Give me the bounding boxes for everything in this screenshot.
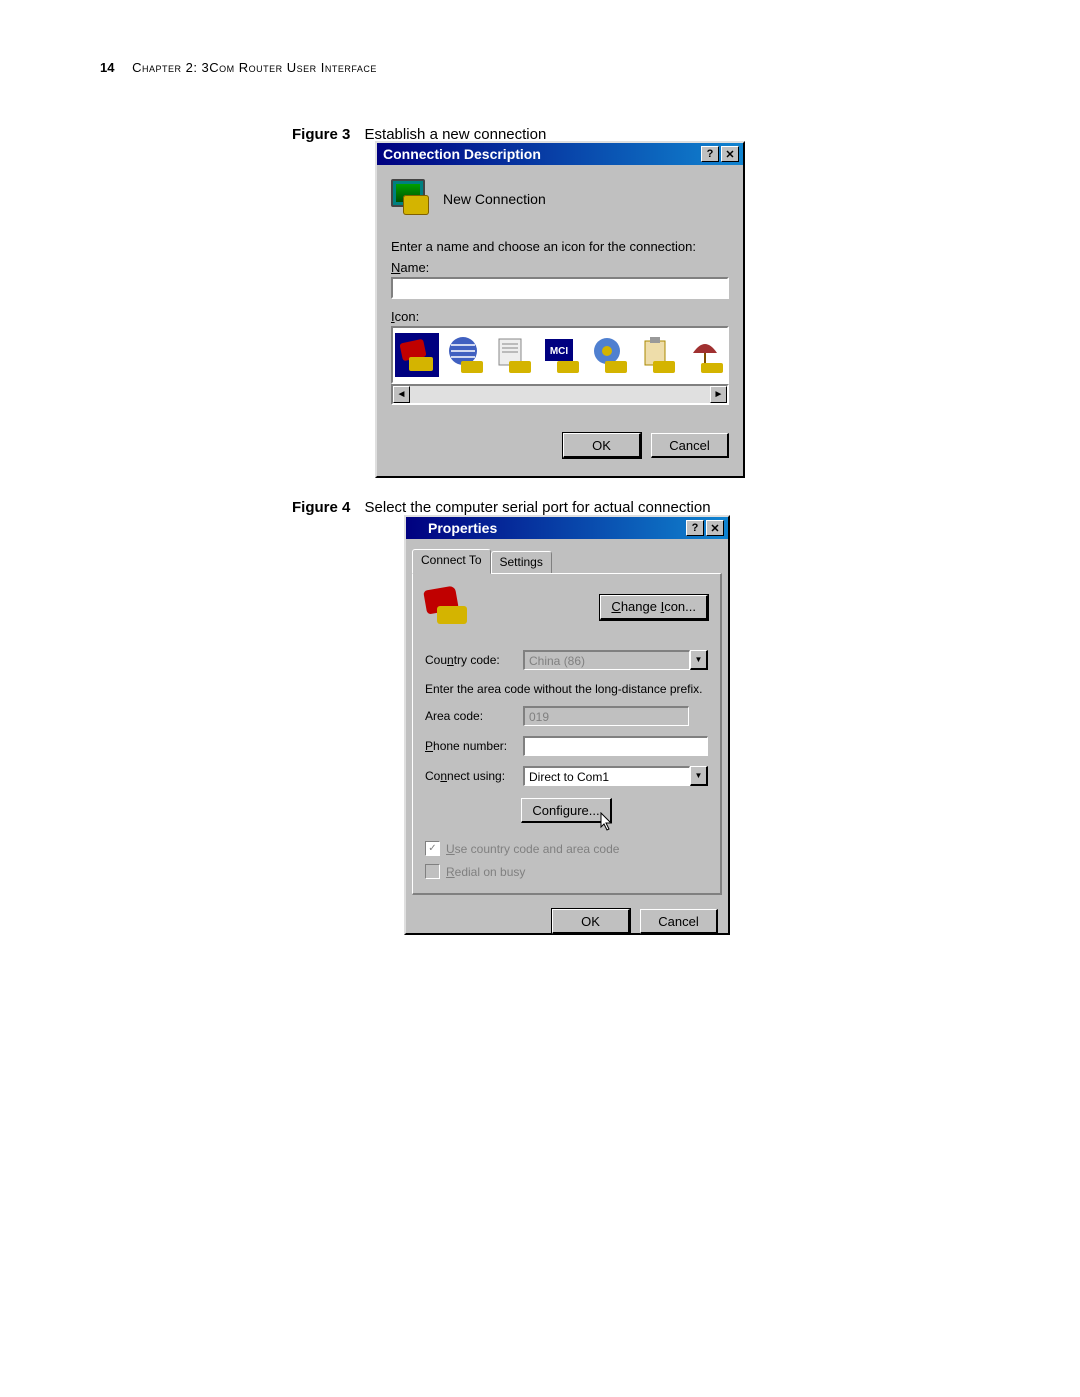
connection-icon	[425, 588, 469, 626]
title-bar-2[interactable]: Properties ? ✕	[406, 517, 728, 539]
area-code-label: Area code:	[425, 709, 517, 723]
country-label: Country code:	[425, 653, 517, 667]
icon-option-dial[interactable]	[587, 333, 631, 377]
dialog-title-2: Properties	[428, 520, 497, 536]
tab-settings[interactable]: Settings	[491, 551, 552, 573]
chapter-title: Chapter 2: 3Com Router User Interface	[132, 60, 377, 75]
dialog-body: New Connection Enter a name and choose a…	[377, 165, 743, 468]
close-button[interactable]: ✕	[721, 146, 739, 162]
figure4-text: Select the computer serial port for actu…	[365, 499, 711, 516]
tabs: Connect To Settings	[412, 549, 722, 573]
icon-option-mci[interactable]: MCI	[539, 333, 583, 377]
page-number: 14	[100, 60, 114, 75]
use-country-label: Use country code and area code	[446, 842, 619, 856]
cancel-button-2[interactable]: Cancel	[640, 909, 718, 934]
scroll-right-icon[interactable]: ►	[710, 386, 727, 403]
tab-panel: Change Icon... Country code: ▼ Enter the…	[412, 573, 722, 895]
figure3-label: Figure 3	[292, 126, 350, 143]
svg-text:MCI: MCI	[550, 346, 569, 357]
dialog-title: Connection Description	[383, 146, 541, 162]
instruction-text: Enter a name and choose an icon for the …	[391, 239, 729, 254]
phone-label: Phone number:	[425, 739, 517, 753]
country-select	[523, 650, 690, 670]
area-code-input	[523, 706, 689, 726]
icon-option-phone-red[interactable]	[395, 333, 439, 377]
figure4-label: Figure 4	[292, 499, 350, 516]
figure4-caption: Figure 4 Select the computer serial port…	[292, 499, 711, 516]
tab-connect-to[interactable]: Connect To	[412, 549, 491, 574]
connection-description-dialog: Connection Description ? ✕ New Connectio…	[375, 141, 745, 478]
icon-option-globe[interactable]	[443, 333, 487, 377]
icon-option-umbrella[interactable]	[683, 333, 727, 377]
name-label: Name:	[391, 260, 729, 275]
icon-scrollbar[interactable]: ◄ ►	[391, 384, 729, 405]
country-dropdown-icon: ▼	[690, 650, 708, 670]
icon-option-news[interactable]	[491, 333, 535, 377]
new-connection-icon	[391, 179, 433, 219]
new-connection-label: New Connection	[443, 191, 546, 207]
properties-dialog: Properties ? ✕ Connect To Settings Chang…	[404, 515, 730, 935]
configure-button[interactable]: Configure...	[521, 798, 611, 823]
cancel-button[interactable]: Cancel	[651, 433, 729, 458]
area-code-note: Enter the area code without the long-dis…	[425, 682, 708, 696]
ok-button[interactable]: OK	[563, 433, 641, 458]
icon-label: Icon:	[391, 309, 729, 324]
connect-using-label: Connect using:	[425, 769, 517, 783]
title-bar[interactable]: Connection Description ? ✕	[377, 143, 743, 165]
help-button-2[interactable]: ?	[686, 520, 704, 536]
scroll-left-icon[interactable]: ◄	[393, 386, 410, 403]
name-input[interactable]	[391, 277, 729, 299]
icon-option-clip[interactable]	[635, 333, 679, 377]
connect-using-select[interactable]	[523, 766, 690, 786]
ok-button-2[interactable]: OK	[552, 909, 630, 934]
phone-input[interactable]	[523, 736, 708, 756]
icon-list[interactable]: MCI	[391, 326, 729, 384]
help-button[interactable]: ?	[701, 146, 719, 162]
page-header: 14 Chapter 2: 3Com Router User Interface	[100, 60, 377, 75]
change-icon-button[interactable]: Change Icon...	[600, 595, 708, 620]
redial-label: Redial on busy	[446, 865, 525, 879]
use-country-checkbox: ✓	[425, 841, 440, 856]
redial-checkbox	[425, 864, 440, 879]
connect-dropdown-icon[interactable]: ▼	[690, 766, 708, 786]
close-button-2[interactable]: ✕	[706, 520, 724, 536]
